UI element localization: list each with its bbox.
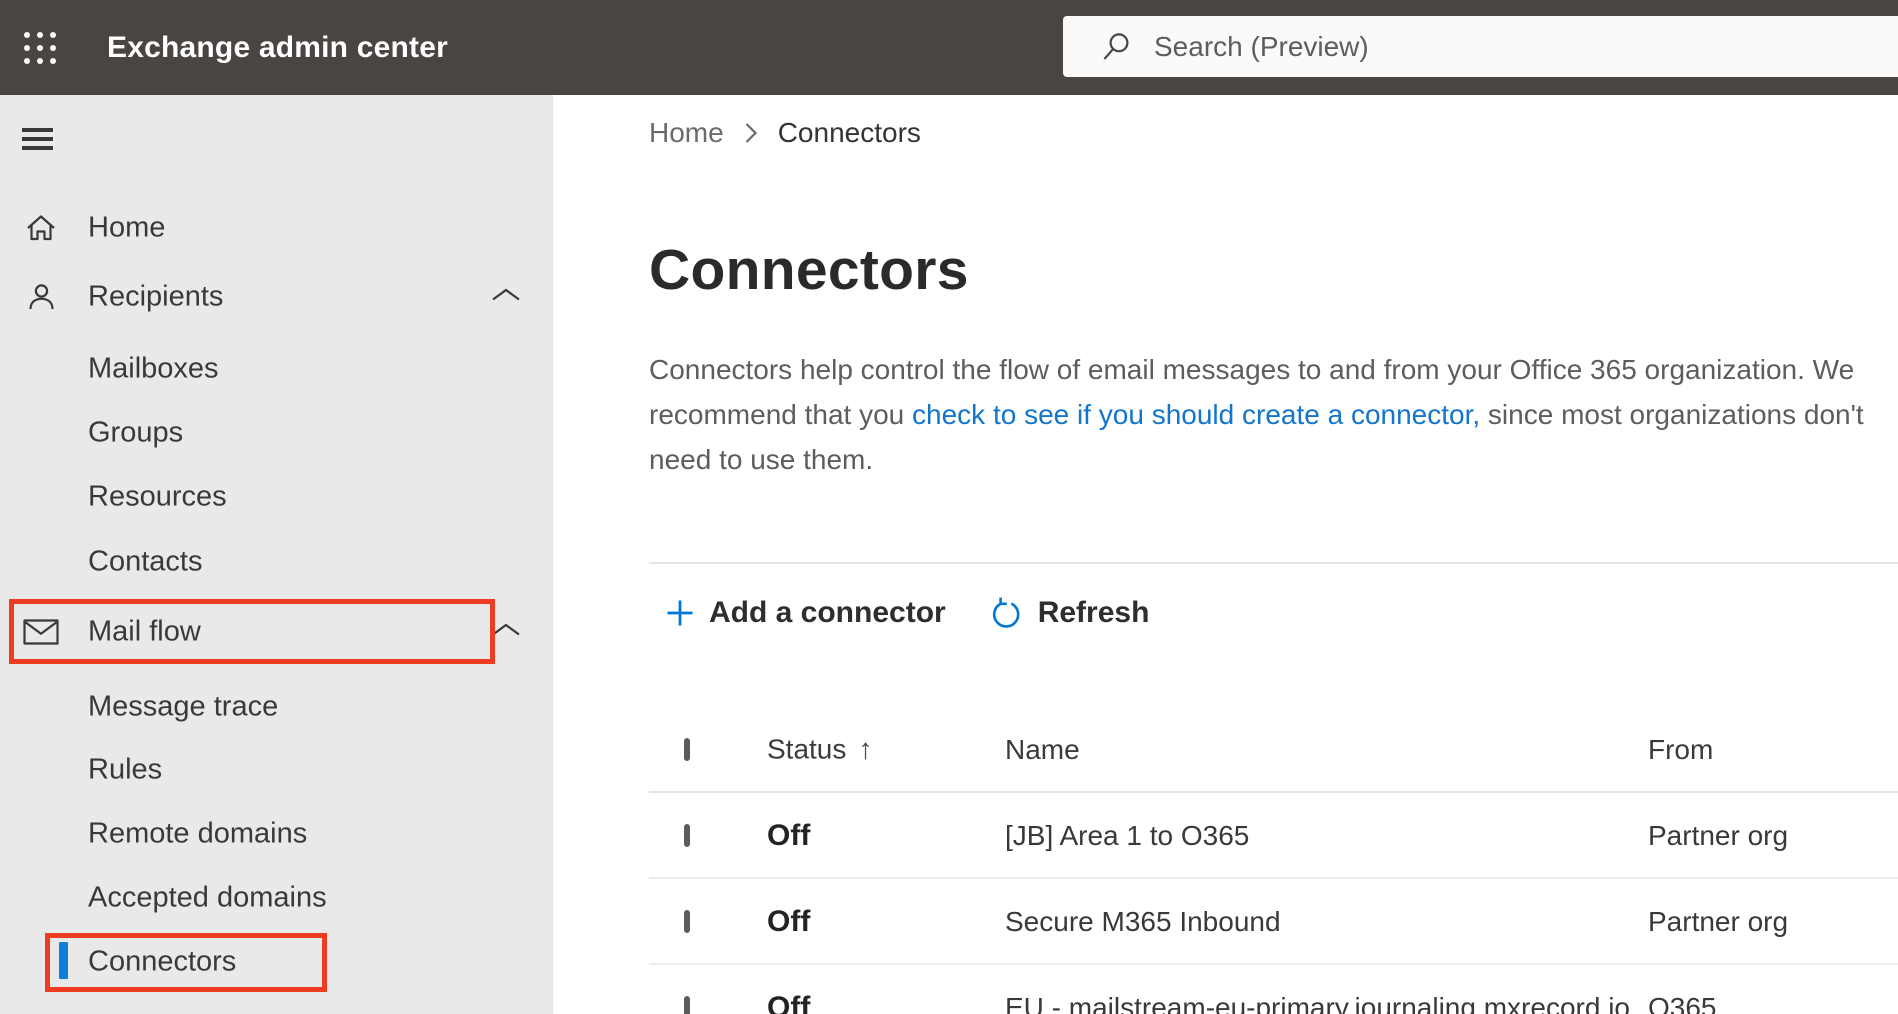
row-checkbox[interactable] (684, 824, 690, 847)
mail-icon (22, 613, 60, 651)
page-description: Connectors help control the flow of emai… (649, 347, 1898, 482)
column-header-from[interactable]: From (1648, 734, 1713, 766)
sidebar-item-label: Remote domains (88, 817, 308, 850)
sidebar-item-mailboxes[interactable]: Mailboxes (0, 337, 553, 401)
sidebar-item-mail-flow[interactable]: Mail flow (0, 600, 553, 664)
connectors-table: Status ↑ Name From Off [JB] Area 1 to O36… (553, 707, 1898, 1014)
sidebar-item-label: Groups (88, 416, 184, 449)
refresh-button[interactable]: Refresh (988, 595, 1150, 631)
refresh-label: Refresh (1037, 596, 1150, 629)
sidebar-item-contacts[interactable]: Contacts (0, 530, 553, 594)
app-launcher-icon[interactable] (24, 32, 56, 64)
main-content: Home Connectors Connectors Connectors he… (553, 95, 1898, 1014)
exchange-admin-center-screen: Exchange admin center Home (0, 0, 1898, 1014)
sidebar-item-connectors[interactable]: Connectors (0, 930, 553, 994)
sidebar-item-label: Accepted domains (88, 881, 327, 914)
row-checkbox[interactable] (684, 910, 690, 933)
row-from: O365 (1648, 992, 1717, 1014)
row-status: Off (767, 819, 811, 852)
table-row[interactable]: Off EU - mailstream-eu-primary.journalin… (553, 965, 1898, 1014)
search-bar[interactable] (1063, 16, 1898, 77)
breadcrumb-home-link[interactable]: Home (649, 117, 724, 149)
add-connector-label: Add a connector (709, 596, 946, 629)
app-title: Exchange admin center (107, 30, 448, 64)
page-title: Connectors (649, 238, 969, 302)
column-header-name[interactable]: Name (1005, 734, 1080, 766)
row-from: Partner org (1648, 820, 1789, 851)
refresh-icon (992, 597, 1020, 628)
sort-ascending-icon: ↑ (858, 733, 873, 766)
column-header-status[interactable]: Status ↑ (767, 734, 873, 767)
search-input[interactable] (1154, 30, 1754, 63)
row-name: EU - mailstream-eu-primary.journaling.mx… (1005, 992, 1630, 1014)
home-icon (22, 209, 60, 247)
create-connector-check-link[interactable]: check to see if you should create a conn… (912, 399, 1480, 430)
sidebar-item-remote-domains[interactable]: Remote domains (0, 802, 553, 866)
sidebar-navigation: Home Recipients Mailboxes Groups Resourc… (0, 95, 553, 1014)
sidebar-item-label: Connectors (88, 945, 237, 978)
sidebar-item-label: Contacts (88, 545, 203, 578)
chevron-up-icon[interactable] (491, 287, 521, 308)
sidebar-item-resources[interactable]: Resources (0, 465, 553, 529)
table-row[interactable]: Off [JB] Area 1 to O365 Partner org (553, 793, 1898, 879)
breadcrumb-current: Connectors (777, 117, 921, 148)
breadcrumb-chevron-icon (744, 120, 758, 146)
sidebar-item-label: Resources (88, 480, 227, 513)
table-row[interactable]: Off Secure M365 Inbound Partner org (553, 879, 1898, 965)
table-header-row: Status ↑ Name From (553, 707, 1898, 793)
sidebar-item-rules[interactable]: Rules (0, 738, 553, 802)
sidebar-item-home[interactable]: Home (0, 196, 553, 260)
global-nav-toggle-icon[interactable] (22, 128, 53, 150)
row-name: [JB] Area 1 to O365 (1005, 820, 1250, 851)
add-icon (667, 600, 693, 626)
row-checkbox[interactable] (684, 996, 690, 1014)
row-status: Off (767, 991, 811, 1014)
sidebar-item-label: Rules (88, 753, 163, 786)
sidebar-item-label: Recipients (88, 280, 224, 313)
row-name: Secure M365 Inbound (1005, 906, 1281, 937)
selected-item-indicator (59, 942, 68, 979)
sidebar-item-label: Mailboxes (88, 352, 219, 385)
sidebar-item-groups[interactable]: Groups (0, 401, 553, 465)
row-status: Off (767, 905, 811, 938)
person-icon (22, 278, 60, 316)
sidebar-item-label: Mail flow (88, 615, 201, 648)
sidebar-item-label: Home (88, 211, 166, 244)
toolbar-divider (649, 562, 1898, 564)
chevron-up-icon[interactable] (491, 622, 521, 643)
top-app-bar: Exchange admin center (0, 0, 1898, 95)
select-all-checkbox[interactable] (684, 738, 690, 761)
row-from: Partner org (1648, 906, 1789, 937)
command-bar: Add a connector Refresh (665, 587, 1149, 639)
add-connector-button[interactable]: Add a connector (665, 596, 946, 630)
sidebar-item-accepted-domains[interactable]: Accepted domains (0, 866, 553, 930)
sidebar-item-message-trace[interactable]: Message trace (0, 675, 553, 739)
breadcrumb: Home Connectors (649, 117, 921, 149)
sidebar-item-label: Message trace (88, 690, 279, 723)
search-icon (1103, 33, 1129, 60)
sidebar-item-recipients[interactable]: Recipients (0, 265, 553, 329)
